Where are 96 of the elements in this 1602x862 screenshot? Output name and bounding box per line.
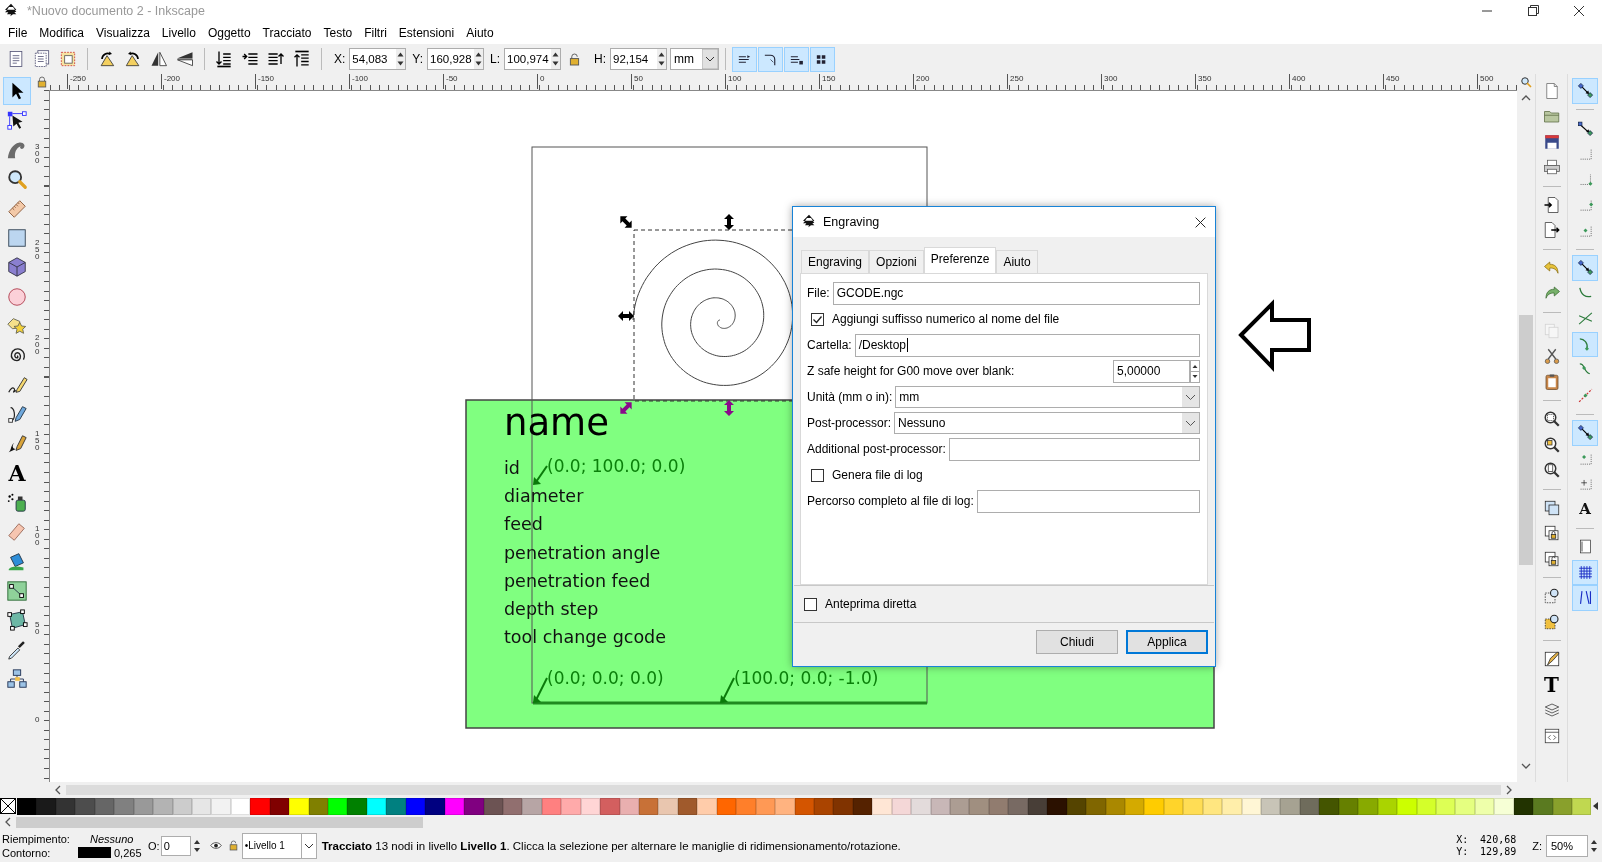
dialog-button[interactable]: Chiudi [1036, 630, 1118, 654]
text-snap-glyph: A [1579, 501, 1591, 517]
dropdown[interactable]: Nessuno [894, 412, 1200, 434]
ruler-label: 100 [725, 74, 742, 89]
menu-item[interactable]: Filtri [358, 25, 393, 41]
coordinate-label: (100.0; 0.0; -1.0) [734, 668, 879, 688]
ruler-label: 150 [35, 429, 40, 452]
ruler-label: 0 [537, 74, 545, 89]
toolbar-button[interactable]: T [1538, 672, 1565, 698]
number-field[interactable]: 5,00000 [1113, 359, 1190, 383]
ruler-label: 100 [35, 525, 40, 547]
coordinate-value: 129,89 [1479, 845, 1517, 858]
menu-item[interactable]: Estensioni [392, 25, 461, 41]
ruler-label: 450 [1383, 74, 1400, 89]
layer-dropdown[interactable]: •Livello 1 [241, 832, 317, 859]
input-field[interactable]: /Desktop [854, 333, 1200, 357]
stroke-width: 0,265 [113, 846, 143, 859]
unit-dropdown[interactable]: mm [670, 48, 720, 70]
ruler-label: 400 [1289, 74, 1306, 89]
ruler-label: 50 [631, 74, 643, 89]
coordinate-label: (0.0; 0.0; 0.0) [547, 668, 664, 688]
ruler-label: -100 [349, 74, 368, 89]
field-label: H: [594, 52, 607, 66]
field-label: Post-processor: [807, 416, 892, 430]
ruler-label: 500 [1477, 74, 1494, 89]
dropdown[interactable]: mm [895, 386, 1200, 408]
menu-item[interactable]: Visualizza [90, 25, 156, 41]
field-label: Y: [412, 52, 424, 66]
coordinate-label: X: [1456, 833, 1470, 846]
text-font-glyph: T [1544, 674, 1559, 695]
ruler-label: -200 [161, 74, 180, 89]
field-label: Z safe height for G00 move over blank: [807, 364, 1015, 378]
tab[interactable]: Engraving [801, 250, 870, 273]
coordinate-label: (0.0; 100.0; 0.0) [547, 456, 686, 476]
menu-item[interactable]: Testo [317, 25, 359, 41]
zoom-field[interactable]: 50% [1546, 834, 1588, 857]
dialog-title: Engraving [823, 215, 880, 229]
ruler-label: 350 [1195, 74, 1212, 89]
field-label: Cartella: [807, 338, 852, 352]
ruler-label: 50 [35, 620, 40, 635]
number-field[interactable]: 160,928 [427, 48, 485, 70]
ruler-label: 200 [913, 74, 930, 89]
field-label: L: [490, 52, 501, 66]
ruler-label: 250 [35, 238, 40, 261]
coordinate-label: Y: [1456, 845, 1470, 858]
fill-label: Riempimento: [2, 832, 71, 845]
field-label: File: [807, 286, 830, 300]
snap-toggle[interactable]: A [1572, 496, 1598, 522]
tab[interactable]: Aiuto [996, 250, 1038, 273]
number-field[interactable]: 100,974 [504, 48, 562, 70]
tool-button[interactable]: A [3, 459, 31, 488]
ruler-label: 300 [1101, 74, 1118, 89]
coordinate-value: 420,68 [1479, 833, 1517, 846]
menu-item[interactable]: Tracciato [256, 25, 318, 41]
ruler-label: 300 [35, 143, 40, 165]
canvas-text: diameter [504, 486, 584, 507]
field-label: Additional post-processor: [807, 442, 946, 456]
menu-item[interactable]: Livello [155, 25, 202, 41]
menu-item[interactable]: Oggetto [201, 25, 257, 41]
text-tool-glyph: A [8, 462, 26, 485]
checkbox-label: Genera file di log [832, 468, 923, 482]
canvas-text: feed [504, 514, 543, 535]
menu-item[interactable]: File [2, 25, 34, 41]
field-label: Unità (mm o in): [807, 390, 893, 404]
canvas-text: depth step [504, 599, 599, 619]
ruler-label: 0 [35, 716, 40, 724]
input-field[interactable]: GCODE.ngc [832, 281, 1200, 305]
checkbox-label: Aggiungi suffisso numerico al nome del file [832, 312, 1060, 326]
opacity-field[interactable]: 0 [160, 835, 191, 856]
canvas-text: tool change gcode [504, 627, 666, 648]
field-label: X: [334, 52, 346, 66]
opacity-label: O: [148, 839, 160, 852]
zoom-label: Z: [1532, 839, 1542, 852]
ruler-label: -50 [443, 74, 458, 89]
checkbox-label: Anteprima diretta [825, 597, 917, 611]
tab[interactable]: Preferenze [923, 247, 997, 273]
number-field[interactable]: 92,154 [610, 48, 668, 70]
ruler-label: -150 [255, 74, 274, 89]
status-message: Tracciato 13 nodi in livello Livello 1. Clicca la selezione per alternare le maniglie di ridimensionamento/rotazione. [321, 839, 901, 852]
menu-item[interactable]: Modifica [33, 25, 91, 41]
field-label: Percorso completo al file di log: [807, 494, 974, 508]
ruler-label: 250 [1007, 74, 1024, 89]
canvas-text: penetration angle [504, 542, 661, 563]
number-field[interactable]: 54,083 [349, 48, 407, 70]
canvas-text: id [504, 458, 520, 478]
stroke-label: Contorno: [2, 846, 52, 859]
ruler-label: 200 [35, 334, 40, 356]
ruler-label: -250 [67, 74, 86, 89]
dialog-button[interactable]: Applica [1126, 630, 1208, 654]
canvas-text: name [504, 401, 609, 444]
menu-item[interactable]: Aiuto [460, 25, 500, 41]
tab[interactable]: Opzioni [869, 250, 924, 273]
ruler-label: 150 [819, 74, 836, 89]
canvas-text: penetration feed [504, 570, 651, 591]
fill-value: Nessuno [89, 832, 135, 845]
window-title: *Nuovo documento 2 - Inkscape [27, 4, 205, 18]
